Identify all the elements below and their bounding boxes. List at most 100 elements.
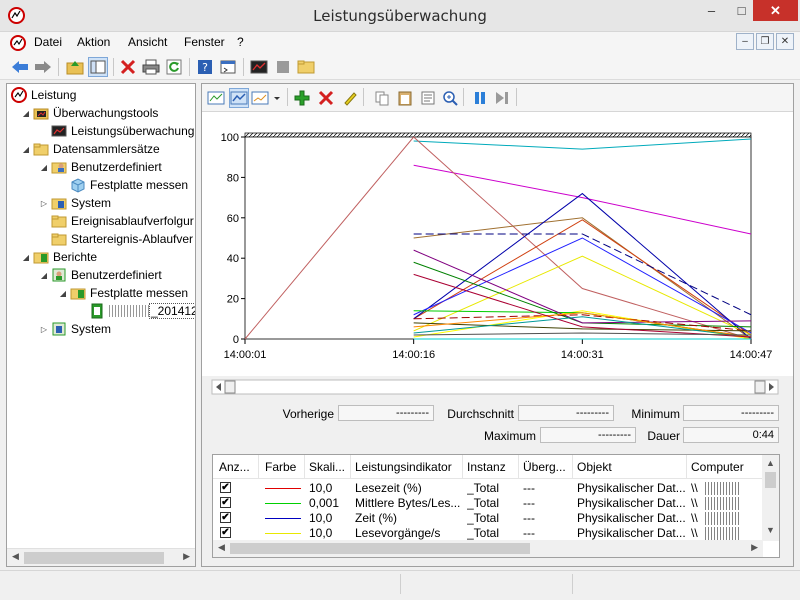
column-header[interactable]: Farbe <box>265 460 296 474</box>
menu-bar: Datei Aktion Ansicht Fenster ? – ❐ ✕ <box>0 32 800 54</box>
maximize-button[interactable]: □ <box>728 0 755 21</box>
menu-aktion[interactable]: Aktion <box>77 35 110 49</box>
mdi-restore-button[interactable]: ❐ <box>756 33 774 50</box>
column-header[interactable]: Leistungsindikator <box>355 460 452 474</box>
delete-counter-icon[interactable] <box>316 88 336 108</box>
collapse-arrow-icon[interactable]: ◢ <box>37 271 51 280</box>
time-scrollbar[interactable] <box>202 376 793 398</box>
tree-scroll-thumb[interactable] <box>24 552 164 564</box>
copy-properties-icon[interactable] <box>372 88 392 108</box>
mdi-close-button[interactable]: ✕ <box>776 33 794 50</box>
tree-node-festplatte-messen[interactable]: ◢ Festplatte messen <box>56 284 188 302</box>
table-horizontal-scrollbar[interactable]: ◀ ▶ <box>213 540 763 557</box>
tree-node-festplatte-messen[interactable]: Festplatte messen <box>56 176 188 194</box>
back-icon[interactable] <box>10 57 30 77</box>
scroll-right-icon[interactable]: ▶ <box>183 551 190 562</box>
collapse-arrow-icon[interactable]: ◢ <box>56 289 70 298</box>
column-header[interactable]: Computer <box>691 460 744 474</box>
cell-instance: _Total <box>467 511 500 525</box>
console-icon[interactable] <box>249 57 269 77</box>
menu-ansicht[interactable]: Ansicht <box>128 35 167 49</box>
show-hide-tree-icon[interactable] <box>88 57 108 77</box>
table-vertical-scrollbar[interactable]: ▲ ▼ <box>762 455 779 541</box>
tree-node-benutzerdefiniert[interactable]: ◢ Benutzerdefiniert <box>37 266 162 284</box>
counter-row[interactable]: ✔ 10,0 Zeit (%) _Total --- Physikalischer Dat… <box>213 511 763 526</box>
y-tick-label: 40 <box>227 253 239 265</box>
minimize-button[interactable]: – <box>698 0 725 21</box>
collapse-arrow-icon[interactable]: ◢ <box>19 145 33 154</box>
paste-counter-list-icon[interactable] <box>395 88 415 108</box>
view-log-data-icon[interactable] <box>250 88 270 108</box>
tree-node-leistung[interactable]: Leistung <box>11 86 76 104</box>
open-folder-icon[interactable] <box>296 57 316 77</box>
expand-arrow-icon[interactable]: ▷ <box>37 199 51 208</box>
show-checkbox[interactable]: ✔ <box>220 497 231 508</box>
tree-node-berichte[interactable]: ◢ Berichte <box>19 248 97 266</box>
tree-horizontal-scrollbar[interactable]: ◀ ▶ <box>7 548 195 566</box>
average-value: --------- <box>518 405 614 421</box>
view-current-activity-icon[interactable] <box>229 88 249 108</box>
refresh-icon[interactable] <box>164 57 184 77</box>
collapse-arrow-icon[interactable]: ◢ <box>19 109 33 118</box>
properties-icon[interactable] <box>218 57 238 77</box>
delete-icon[interactable] <box>118 57 138 77</box>
menu-datei[interactable]: Datei <box>34 35 62 49</box>
expand-arrow-icon[interactable]: ▷ <box>37 325 51 334</box>
tree-node-überwachungstools[interactable]: ◢ Überwachungstools <box>19 104 158 122</box>
stop-icon[interactable] <box>273 57 293 77</box>
collapse-arrow-icon[interactable]: ◢ <box>19 253 33 262</box>
add-counter-icon[interactable] <box>292 88 312 108</box>
table-hscroll-thumb[interactable] <box>230 543 530 554</box>
properties-icon[interactable] <box>418 88 438 108</box>
tree-node-2014120[interactable]: _2014120 <box>75 302 195 320</box>
tree-node-benutzerdefiniert[interactable]: ◢ Benutzerdefiniert <box>37 158 162 176</box>
zoom-icon[interactable] <box>440 88 460 108</box>
scroll-down-icon[interactable]: ▼ <box>766 525 775 535</box>
tree-node-system[interactable]: ▷ System <box>37 194 111 212</box>
y-tick-label: 0 <box>233 334 239 346</box>
x-tick-label: 14:00:31 <box>561 349 604 361</box>
menu-help[interactable]: ? <box>237 35 244 49</box>
help-icon[interactable]: ? <box>195 57 215 77</box>
scroll-up-icon[interactable]: ▲ <box>766 458 775 468</box>
update-data-icon[interactable] <box>492 88 512 108</box>
print-icon[interactable] <box>141 57 161 77</box>
scroll-left-icon[interactable]: ◀ <box>12 551 19 562</box>
time-range-start-slider[interactable] <box>224 380 236 394</box>
collapse-arrow-icon[interactable]: ◢ <box>37 163 51 172</box>
show-checkbox[interactable]: ✔ <box>220 512 231 523</box>
column-header[interactable]: Objekt <box>577 460 612 474</box>
cell-scale: 10,0 <box>309 511 333 525</box>
highlight-icon[interactable] <box>340 88 360 108</box>
time-range-end-slider[interactable] <box>754 380 766 394</box>
scroll-left-icon[interactable]: ◀ <box>218 542 225 553</box>
counter-row[interactable]: ✔ 0,001 Mittlere Bytes/Les... _Total --- Phys… <box>213 496 763 511</box>
perfmon-system-menu-icon[interactable] <box>10 35 26 51</box>
tree-node-ereignisablaufverfolgur[interactable]: Ereignisablaufverfolgur <box>37 212 194 230</box>
counter-row[interactable]: ✔ 10,0 Lesezeit (%) _Total --- Physikalischer… <box>213 481 763 496</box>
freeze-display-icon[interactable] <box>470 88 490 108</box>
dropdown-icon[interactable] <box>272 88 282 108</box>
navigation-tree[interactable]: Leistung ◢ Überwachungstools Leistungsüberw… <box>6 83 196 567</box>
tree-node-datensammlersätze[interactable]: ◢ Datensammlersätze <box>19 140 160 158</box>
counter-row[interactable]: ✔ 10,0 Lesevorgänge/s _Total --- Physikalisch… <box>213 526 763 541</box>
tree-node-leistungsüberwachung[interactable]: Leistungsüberwachung <box>37 122 194 140</box>
column-header[interactable]: Skali... <box>309 460 345 474</box>
up-folder-icon[interactable] <box>65 57 85 77</box>
close-button[interactable]: ✕ <box>753 0 798 21</box>
column-header[interactable]: Überg... <box>523 460 566 474</box>
svg-text:?: ? <box>202 61 208 74</box>
column-header[interactable]: Anz... <box>219 460 250 474</box>
scroll-right-icon[interactable]: ▶ <box>751 542 758 553</box>
column-header[interactable]: Instanz <box>467 460 506 474</box>
menu-fenster[interactable]: Fenster <box>184 35 225 49</box>
table-vscroll-thumb[interactable] <box>765 472 776 488</box>
show-checkbox[interactable]: ✔ <box>220 482 231 493</box>
show-checkbox[interactable]: ✔ <box>220 527 231 538</box>
forward-icon[interactable] <box>33 57 53 77</box>
tree-node-startereignis-ablaufver[interactable]: Startereignis-Ablaufver <box>37 230 193 248</box>
mdi-minimize-button[interactable]: – <box>736 33 754 50</box>
tree-node-system[interactable]: ▷ System <box>37 320 111 338</box>
tree-node-label: Berichte <box>53 250 98 264</box>
change-graph-type-icon[interactable] <box>206 88 226 108</box>
